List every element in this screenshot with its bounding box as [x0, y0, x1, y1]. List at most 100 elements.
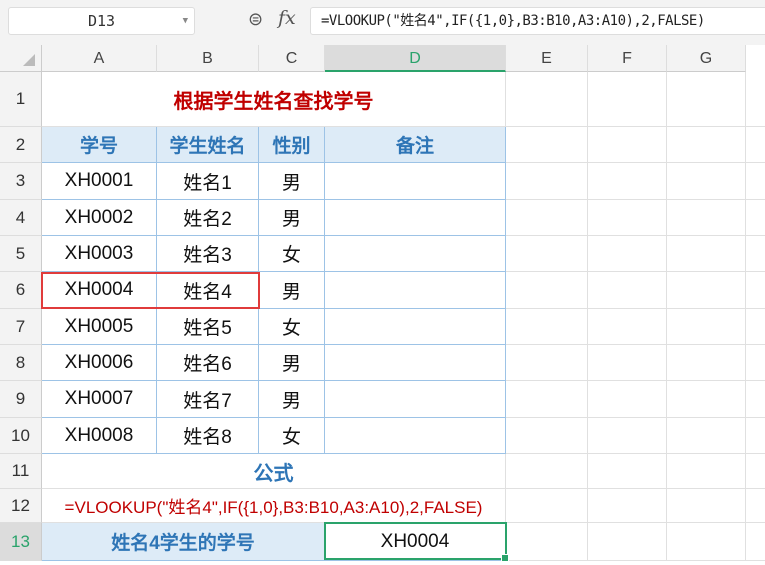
cell[interactable]: [746, 72, 765, 127]
cell[interactable]: [588, 163, 667, 200]
row-header-3[interactable]: 3: [0, 163, 42, 200]
cell[interactable]: [506, 72, 588, 127]
cell[interactable]: [667, 418, 746, 454]
cell[interactable]: [746, 200, 765, 236]
column-header-e[interactable]: E: [506, 45, 588, 72]
cell[interactable]: [746, 489, 765, 523]
table-cell[interactable]: 女: [259, 236, 325, 272]
cell[interactable]: [746, 381, 765, 418]
column-header-d[interactable]: D: [325, 45, 506, 72]
cell[interactable]: [667, 272, 746, 309]
table-cell[interactable]: [325, 309, 506, 345]
cell[interactable]: [667, 381, 746, 418]
row-header-10[interactable]: 10: [0, 418, 42, 454]
cell[interactable]: [746, 309, 765, 345]
chevron-down-icon[interactable]: ▼: [183, 8, 188, 34]
table-cell[interactable]: [325, 200, 506, 236]
header-cell[interactable]: 学号: [42, 127, 157, 163]
row-header-11[interactable]: 11: [0, 454, 42, 489]
cell[interactable]: [667, 523, 746, 561]
table-cell[interactable]: XH0003: [42, 236, 157, 272]
cell[interactable]: [588, 454, 667, 489]
table-cell[interactable]: 男: [259, 200, 325, 236]
select-all-corner[interactable]: [0, 45, 42, 72]
cell[interactable]: [667, 127, 746, 163]
cell[interactable]: [746, 272, 765, 309]
formula-input[interactable]: =VLOOKUP("姓名4",IF({1,0},B3:B10,A3:A10),2…: [310, 7, 765, 35]
table-cell[interactable]: [325, 345, 506, 381]
table-cell[interactable]: [325, 236, 506, 272]
cell[interactable]: [506, 418, 588, 454]
cell[interactable]: [506, 127, 588, 163]
table-cell[interactable]: 女: [259, 309, 325, 345]
header-cell[interactable]: 学生姓名: [157, 127, 259, 163]
section-label[interactable]: 公式: [42, 454, 506, 489]
cell[interactable]: [746, 127, 765, 163]
cell[interactable]: [588, 381, 667, 418]
table-cell[interactable]: XH0007: [42, 381, 157, 418]
cell[interactable]: [588, 200, 667, 236]
name-box[interactable]: D13 ▼: [8, 7, 195, 35]
cell[interactable]: [506, 489, 588, 523]
cell[interactable]: [667, 489, 746, 523]
table-cell[interactable]: 姓名6: [157, 345, 259, 381]
table-cell[interactable]: XH0005: [42, 309, 157, 345]
table-cell[interactable]: 姓名7: [157, 381, 259, 418]
table-cell[interactable]: 姓名1: [157, 163, 259, 200]
cell[interactable]: [506, 236, 588, 272]
cell[interactable]: [667, 163, 746, 200]
table-cell[interactable]: XH0006: [42, 345, 157, 381]
cell[interactable]: [506, 523, 588, 561]
cell[interactable]: [588, 72, 667, 127]
column-header-a[interactable]: A: [42, 45, 157, 72]
row-header-2[interactable]: 2: [0, 127, 42, 163]
formula-text[interactable]: =VLOOKUP("姓名4",IF({1,0},B3:B10,A3:A10),2…: [42, 489, 506, 523]
cell[interactable]: [506, 272, 588, 309]
table-cell[interactable]: 姓名5: [157, 309, 259, 345]
table-cell[interactable]: 男: [259, 163, 325, 200]
table-cell[interactable]: XH0002: [42, 200, 157, 236]
row-header-5[interactable]: 5: [0, 236, 42, 272]
table-cell[interactable]: [325, 163, 506, 200]
cell[interactable]: [746, 454, 765, 489]
cell[interactable]: [506, 163, 588, 200]
cell[interactable]: [746, 163, 765, 200]
table-cell[interactable]: [325, 381, 506, 418]
column-header-c[interactable]: C: [259, 45, 325, 72]
table-cell[interactable]: XH0008: [42, 418, 157, 454]
row-header-13[interactable]: 13: [0, 523, 42, 561]
cell[interactable]: [588, 418, 667, 454]
table-cell[interactable]: [325, 418, 506, 454]
fx-icon[interactable]: fx: [278, 7, 296, 29]
cell[interactable]: [506, 309, 588, 345]
header-cell[interactable]: 备注: [325, 127, 506, 163]
cell[interactable]: [746, 345, 765, 381]
row-header-1[interactable]: 1: [0, 72, 42, 127]
table-cell[interactable]: [325, 272, 506, 309]
table-cell[interactable]: 姓名8: [157, 418, 259, 454]
table-cell[interactable]: 男: [259, 272, 325, 309]
header-cell[interactable]: 性别: [259, 127, 325, 163]
row-header-7[interactable]: 7: [0, 309, 42, 345]
cell[interactable]: [667, 309, 746, 345]
cell[interactable]: [746, 418, 765, 454]
cell[interactable]: [667, 72, 746, 127]
cell[interactable]: [588, 127, 667, 163]
table-cell[interactable]: XH0001: [42, 163, 157, 200]
cell[interactable]: [506, 454, 588, 489]
row-header-9[interactable]: 9: [0, 381, 42, 418]
cell[interactable]: [506, 381, 588, 418]
column-header-g[interactable]: G: [667, 45, 746, 72]
table-cell[interactable]: 女: [259, 418, 325, 454]
column-header-b[interactable]: B: [157, 45, 259, 72]
row-header-4[interactable]: 4: [0, 200, 42, 236]
cell[interactable]: [746, 523, 765, 561]
table-cell[interactable]: 男: [259, 381, 325, 418]
cell[interactable]: [746, 236, 765, 272]
cell[interactable]: [588, 236, 667, 272]
zoom-icon[interactable]: ⊜: [248, 9, 263, 30]
cell[interactable]: [667, 454, 746, 489]
cell[interactable]: [506, 345, 588, 381]
table-cell[interactable]: 男: [259, 345, 325, 381]
title-cell[interactable]: 根据学生姓名查找学号: [42, 72, 506, 127]
